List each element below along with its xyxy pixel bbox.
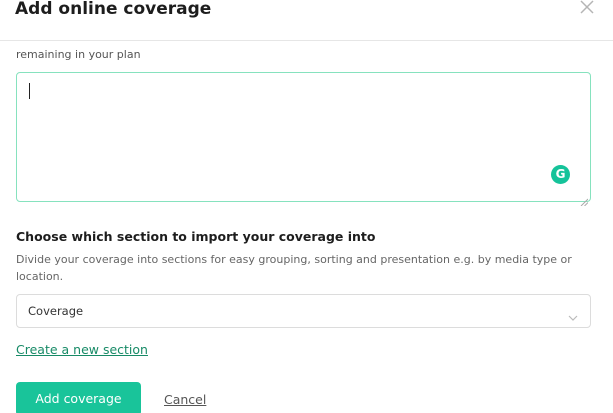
resize-handle-icon[interactable] — [580, 191, 589, 207]
dialog-header: Add online coverage — [0, 0, 613, 41]
cancel-link[interactable]: Cancel — [164, 392, 206, 407]
plan-remaining-text: remaining in your plan — [16, 48, 141, 61]
section-description: Divide your coverage into sections for e… — [16, 253, 572, 283]
grammarly-icon[interactable]: G — [551, 165, 570, 184]
chevron-down-icon — [568, 307, 578, 321]
section-select[interactable]: Coverage — [16, 294, 591, 328]
dialog-title: Add online coverage — [15, 0, 212, 19]
section-heading: Choose which section to import your cove… — [16, 229, 376, 244]
close-icon[interactable] — [577, 0, 597, 17]
section-select-value: Coverage — [28, 304, 84, 318]
add-coverage-button[interactable]: Add coverage — [16, 382, 141, 413]
coverage-text-area[interactable]: G — [16, 72, 591, 207]
text-caret — [29, 83, 30, 99]
add-online-coverage-dialog: Add online coverage remaining in your pl… — [0, 0, 613, 413]
create-new-section-link[interactable]: Create a new section — [16, 342, 148, 357]
